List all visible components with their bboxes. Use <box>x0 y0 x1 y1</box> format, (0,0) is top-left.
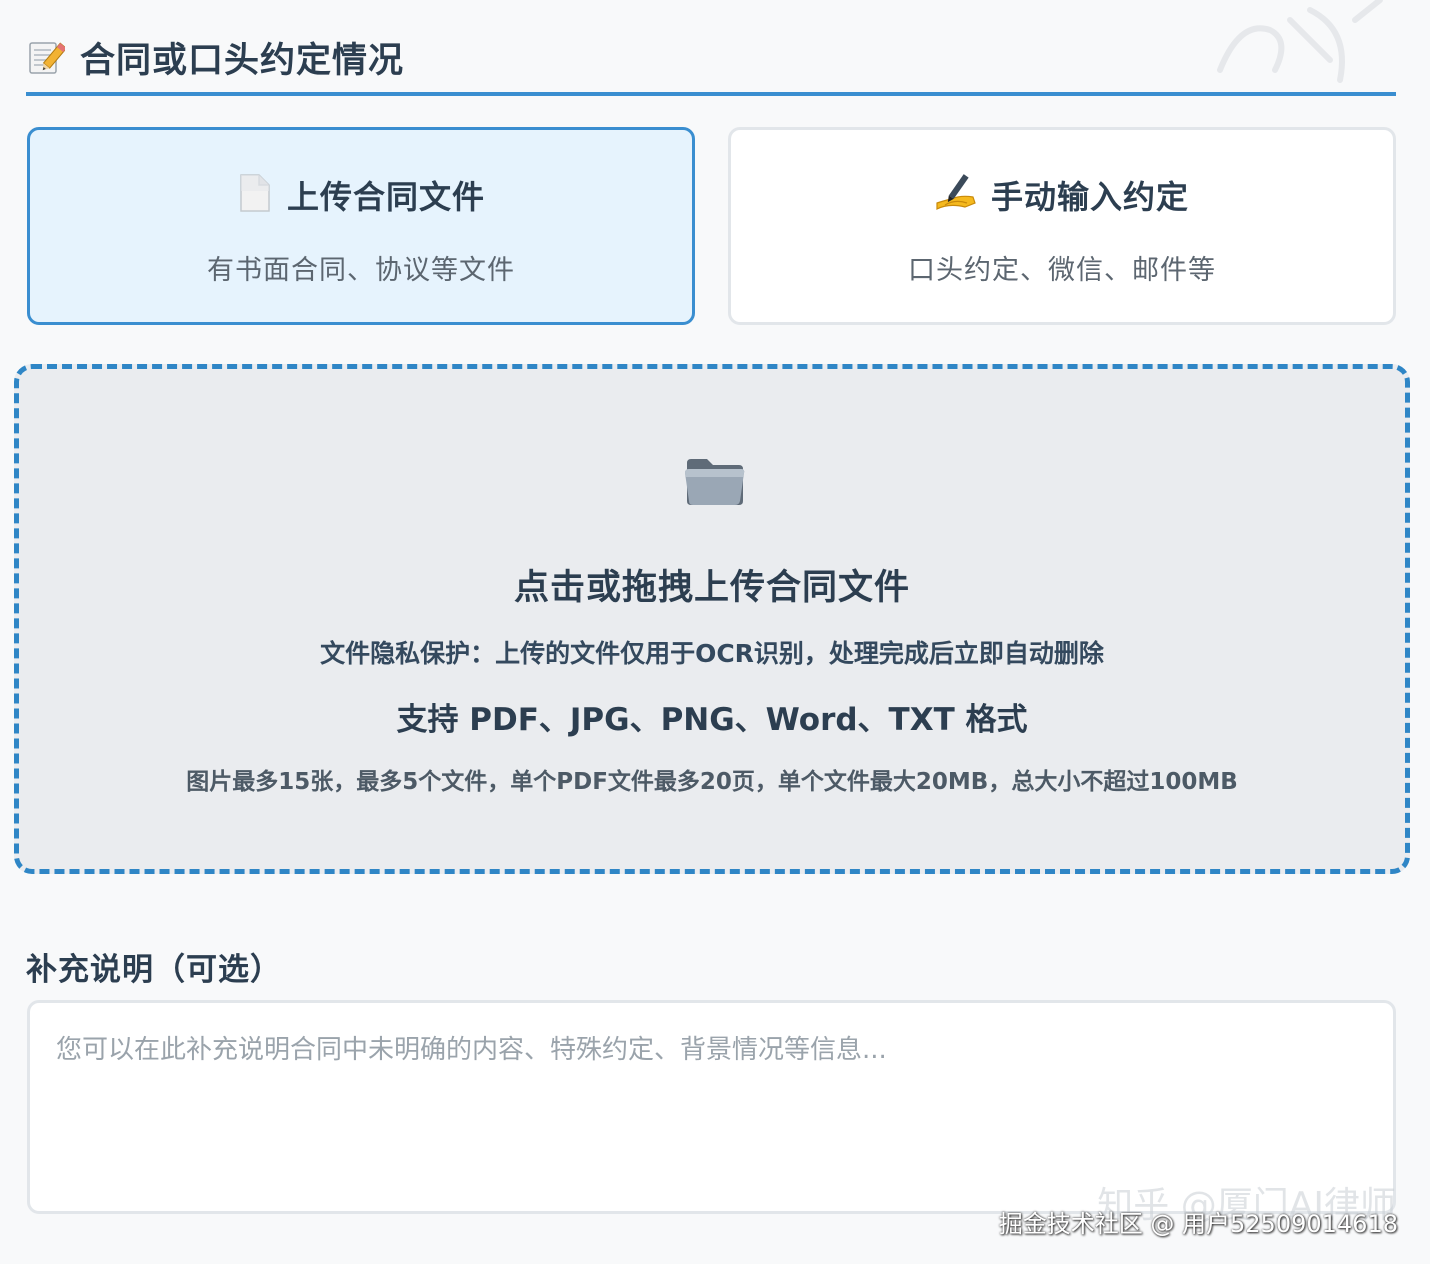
section-title: 合同或口头约定情况 <box>80 40 405 81</box>
upload-dropzone[interactable]: 点击或拖拽上传合同文件 文件隐私保护：上传的文件仅用于OCR识别，处理完成后立即… <box>14 364 1410 874</box>
option-title: 手动输入约定 <box>990 177 1189 216</box>
supported-formats: 支持 PDF、JPG、PNG、Word、TXT 格式 <box>396 702 1028 738</box>
document-icon <box>237 173 273 217</box>
option-title-row: 上传合同文件 <box>237 172 485 218</box>
option-title: 上传合同文件 <box>286 177 485 216</box>
folder-icon <box>683 449 747 513</box>
upload-limits: 图片最多15张，最多5个文件，单个PDF文件最多20页，单个文件最大20MB，总… <box>186 769 1238 795</box>
privacy-note: 文件隐私保护：上传的文件仅用于OCR识别，处理完成后立即自动删除 <box>320 639 1104 668</box>
watermark-juejin: 掘金技术社区 @ 用户52509014618 <box>998 1210 1398 1238</box>
memo-pencil-icon <box>26 37 66 77</box>
writing-hand-icon <box>935 173 977 217</box>
option-upload-contract[interactable]: 上传合同文件 有书面合同、协议等文件 <box>27 127 695 325</box>
option-title-row: 手动输入约定 <box>935 172 1189 218</box>
upload-title: 点击或拖拽上传合同文件 <box>513 568 910 608</box>
option-manual-input[interactable]: 手动输入约定 口头约定、微信、邮件等 <box>728 127 1396 325</box>
note-label: 补充说明（可选） <box>26 952 282 988</box>
option-description: 口头约定、微信、邮件等 <box>908 254 1216 286</box>
section-header: 合同或口头约定情况 <box>26 22 1396 96</box>
option-description: 有书面合同、协议等文件 <box>207 254 515 286</box>
